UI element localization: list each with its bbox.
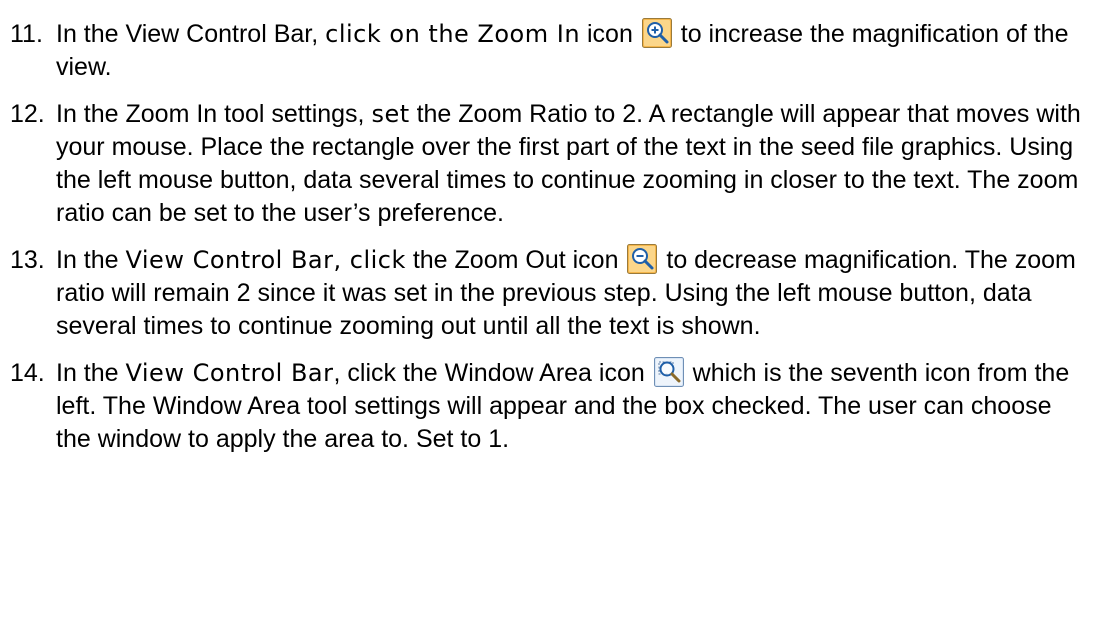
window-area-icon bbox=[653, 357, 684, 387]
step-number: 12. bbox=[10, 100, 45, 128]
zoom-in-icon bbox=[641, 18, 672, 48]
step-text-emphasis: click on the Zoom In bbox=[325, 20, 581, 48]
zoom-out-icon bbox=[627, 244, 658, 274]
step-text-part: In the Zoom In tool settings, bbox=[56, 100, 372, 128]
step-number: 13. bbox=[10, 246, 45, 274]
step-text-part: icon bbox=[580, 20, 640, 48]
step-text: In the Zoom In tool settings, set the Zo… bbox=[56, 98, 1092, 230]
step-text-part: In the View Control Bar, bbox=[56, 20, 326, 48]
instruction-document: 11. In the View Control Bar, click on th… bbox=[0, 0, 1112, 617]
step-text-part: the Zoom Out icon bbox=[405, 246, 626, 274]
step-text: In the View Control Bar, click on the Zo… bbox=[56, 18, 1092, 84]
step-13: 13. In the View Control Bar, click the Z… bbox=[10, 244, 1092, 343]
step-text-part: , click the Window Area icon bbox=[333, 359, 652, 387]
step-text-emphasis: View Control Bar bbox=[125, 359, 334, 387]
step-12: 12. In the Zoom In tool settings, set th… bbox=[10, 98, 1092, 230]
step-14: 14. In the View Control Bar, click the W… bbox=[10, 357, 1092, 456]
step-text-emphasis: View Control Bar, click bbox=[125, 246, 406, 274]
step-text-part: In the bbox=[56, 246, 126, 274]
step-text-part: In the bbox=[56, 359, 126, 387]
step-text-emphasis: set bbox=[371, 100, 410, 128]
step-number: 14. bbox=[10, 359, 45, 387]
step-number: 11. bbox=[10, 20, 43, 48]
step-text: In the View Control Bar, click the Windo… bbox=[56, 357, 1092, 456]
step-text: In the View Control Bar, click the Zoom … bbox=[56, 244, 1092, 343]
step-11: 11. In the View Control Bar, click on th… bbox=[10, 18, 1092, 84]
